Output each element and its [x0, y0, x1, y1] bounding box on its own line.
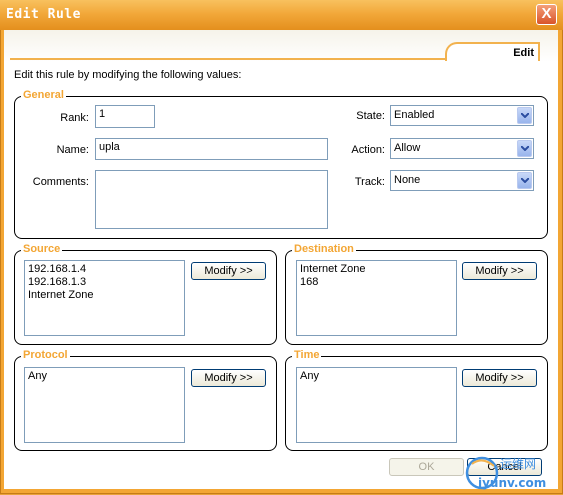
track-label: Track:: [354, 176, 385, 188]
watermark-line1: 运维网: [500, 457, 536, 471]
ok-button[interactable]: OK: [389, 458, 464, 476]
list-item[interactable]: Any: [300, 370, 453, 383]
chevron-down-icon[interactable]: [517, 172, 532, 189]
source-modify-button[interactable]: Modify >>: [191, 262, 266, 280]
tab-edge: [538, 42, 540, 61]
time-list[interactable]: Any: [296, 367, 457, 443]
list-item[interactable]: Internet Zone: [28, 289, 181, 302]
rank-field[interactable]: 1: [95, 105, 155, 128]
list-item[interactable]: Internet Zone: [300, 263, 453, 276]
state-label: State:: [356, 110, 385, 122]
title-bar[interactable]: Edit Rule X: [0, 0, 563, 30]
rank-value: 1: [99, 108, 106, 120]
list-item[interactable]: 192.168.1.3: [28, 276, 181, 289]
time-legend: Time: [292, 349, 322, 361]
general-legend: General: [21, 89, 66, 101]
state-select[interactable]: Enabled: [390, 105, 534, 126]
name-value: upla: [99, 141, 120, 153]
comments-label: Comments:: [32, 176, 89, 188]
source-list[interactable]: 192.168.1.4 192.168.1.3 Internet Zone: [24, 260, 185, 336]
close-icon: X: [541, 5, 552, 22]
chevron-down-icon[interactable]: [517, 107, 532, 124]
comments-field[interactable]: [95, 170, 328, 229]
action-label: Action:: [351, 144, 385, 156]
destination-modify-button[interactable]: Modify >>: [462, 262, 537, 280]
watermark-line2: iyunv.com: [478, 476, 546, 490]
window-title: Edit Rule: [6, 7, 81, 22]
track-value: None: [394, 174, 421, 186]
watermark-logo: 运维网 iyunv.com: [465, 456, 546, 490]
name-field[interactable]: upla: [95, 138, 328, 160]
list-item[interactable]: 168: [300, 276, 453, 289]
state-value: Enabled: [394, 109, 435, 121]
destination-list[interactable]: Internet Zone 168: [296, 260, 457, 336]
intro-text: Edit this rule by modifying the followin…: [14, 69, 242, 81]
list-item[interactable]: Any: [28, 370, 181, 383]
name-label: Name:: [56, 144, 89, 156]
rank-label: Rank:: [60, 112, 89, 124]
destination-legend: Destination: [292, 243, 356, 255]
tab-edit-label: Edit: [513, 47, 534, 59]
dialog-body: Edit Edit this rule by modifying the fol…: [4, 30, 558, 489]
track-select[interactable]: None: [390, 170, 534, 191]
action-select[interactable]: Allow: [390, 138, 534, 159]
close-button[interactable]: X: [536, 4, 557, 25]
tab-underline: [10, 58, 446, 60]
action-value: Allow: [394, 142, 421, 154]
protocol-list[interactable]: Any: [24, 367, 185, 443]
watermark: 运维网 iyunv.com: [464, 452, 560, 495]
source-legend: Source: [21, 243, 63, 255]
chevron-down-icon[interactable]: [517, 140, 532, 157]
protocol-modify-button[interactable]: Modify >>: [191, 369, 266, 387]
time-modify-button[interactable]: Modify >>: [462, 369, 537, 387]
protocol-legend: Protocol: [21, 349, 70, 361]
tab-edit[interactable]: Edit: [445, 42, 540, 61]
list-item[interactable]: 192.168.1.4: [28, 263, 181, 276]
